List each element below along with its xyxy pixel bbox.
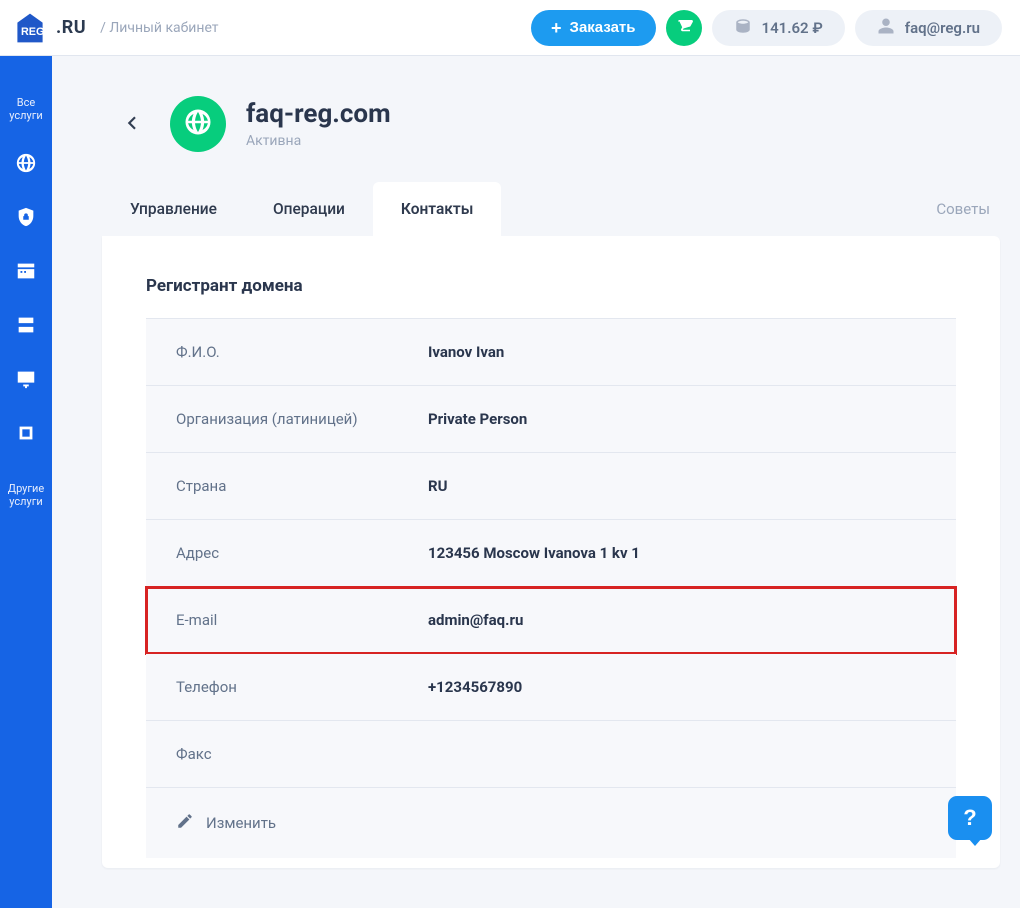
sidebar-item-other-services[interactable]: Другие услуги — [0, 462, 52, 524]
question-icon: ? — [963, 805, 976, 831]
chevron-left-icon — [118, 124, 144, 139]
domain-badge — [170, 96, 226, 152]
balance-value: 141.62 ₽ — [762, 19, 823, 37]
cart-button[interactable] — [666, 10, 702, 46]
row-fullname: Ф.И.О. Ivanov Ivan — [146, 318, 956, 386]
account-email: faq@reg.ru — [905, 19, 980, 37]
window-grid-icon — [15, 260, 37, 286]
sidebar-item-ssl[interactable] — [0, 192, 52, 246]
globe-icon — [183, 107, 213, 141]
user-icon — [877, 17, 895, 39]
sidebar-item-vps[interactable] — [0, 354, 52, 408]
sidebar-item-label: Другие услуги — [8, 482, 44, 508]
topbar: REG .RU / Личный кабинет + Заказать 141.… — [0, 0, 1020, 56]
row-value: Private Person — [428, 410, 527, 428]
row-country: Страна RU — [146, 453, 956, 520]
row-label: Организация (латиницей) — [176, 410, 428, 428]
row-label: Адрес — [176, 544, 428, 562]
tab-contacts[interactable]: Контакты — [373, 182, 501, 236]
sidebar-item-domains[interactable] — [0, 138, 52, 192]
row-address: Адрес 123456 Moscow Ivanova 1 kv 1 — [146, 520, 956, 587]
row-value: +1234567890 — [428, 678, 522, 696]
tab-operations[interactable]: Операции — [245, 182, 373, 236]
sidebar-item-sites[interactable] — [0, 246, 52, 300]
monitor-icon — [15, 368, 37, 394]
row-label: Телефон — [176, 678, 428, 696]
row-value: admin@faq.ru — [428, 611, 523, 629]
row-email: E-mail admin@faq.ru — [146, 587, 956, 654]
tabs-row: Управление Операции Контакты Советы — [52, 182, 1020, 236]
row-fax: Факс — [146, 721, 956, 788]
sidebar-item-dedicated[interactable] — [0, 408, 52, 462]
row-value: 123456 Moscow Ivanova 1 kv 1 — [428, 544, 640, 562]
svg-text:REG: REG — [21, 26, 44, 38]
plus-icon: + — [551, 19, 562, 37]
page-head: faq-reg.com Активна — [52, 56, 1020, 182]
back-button[interactable] — [112, 109, 150, 140]
row-label: Ф.И.О. — [176, 343, 428, 361]
sidebar-item-all-services[interactable]: Все услуги — [0, 76, 52, 138]
balance-pill[interactable]: 141.62 ₽ — [712, 10, 845, 46]
row-phone: Телефон +1234567890 — [146, 654, 956, 721]
sidebar: Все услуги Другие услуги — [0, 56, 52, 908]
row-org: Организация (латиницей) Private Person — [146, 386, 956, 453]
edit-button-label: Изменить — [206, 814, 276, 832]
order-button[interactable]: + Заказать — [531, 10, 655, 46]
coins-icon — [734, 17, 752, 39]
shield-lock-icon — [15, 206, 37, 232]
contacts-card: Регистрант домена Ф.И.О. Ivanov Ivan Орг… — [102, 236, 1000, 868]
info-table: Ф.И.О. Ivanov Ivan Организация (латинице… — [146, 318, 956, 858]
breadcrumb[interactable]: / Личный кабинет — [100, 20, 218, 36]
pencil-icon — [176, 812, 194, 834]
account-pill[interactable]: faq@reg.ru — [855, 10, 1002, 46]
edit-button[interactable]: Изменить — [146, 788, 956, 858]
help-fab[interactable]: ? — [948, 796, 992, 840]
server-icon — [15, 314, 37, 340]
main-content: faq-reg.com Активна Управление Операции … — [52, 56, 1020, 908]
globe-icon — [15, 152, 37, 178]
domain-title: faq-reg.com — [246, 99, 391, 129]
row-value: Ivanov Ivan — [428, 343, 504, 361]
logo-region[interactable]: REG .RU / Личный кабинет — [0, 10, 219, 46]
logo-icon: REG — [12, 10, 48, 46]
row-value: RU — [428, 477, 448, 495]
logo-text: .RU — [56, 17, 86, 38]
row-label: Страна — [176, 477, 428, 495]
row-label: E-mail — [176, 611, 428, 629]
row-label: Факс — [176, 745, 428, 763]
cart-icon — [675, 17, 693, 38]
order-button-label: Заказать — [570, 19, 636, 36]
sidebar-item-hosting[interactable] — [0, 300, 52, 354]
section-title: Регистрант домена — [146, 276, 956, 296]
tab-management[interactable]: Управление — [102, 182, 245, 236]
tips-link[interactable]: Советы — [906, 182, 1020, 236]
box-icon — [15, 422, 37, 448]
sidebar-item-label: Все услуги — [9, 96, 42, 122]
domain-status: Активна — [246, 133, 391, 149]
